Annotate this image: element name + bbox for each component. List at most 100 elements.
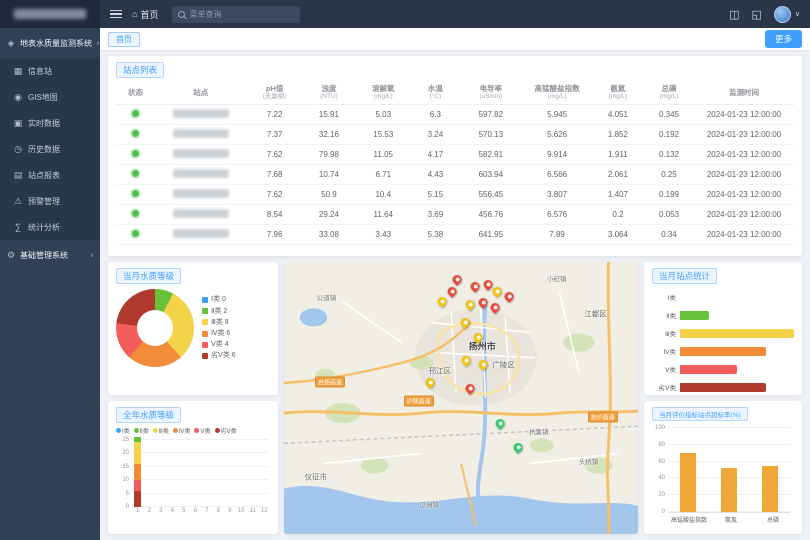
bar[interactable] — [680, 383, 766, 392]
legend-item[interactable]: Ⅴ类 — [194, 426, 210, 435]
map-marker[interactable] — [463, 298, 476, 311]
bar[interactable] — [762, 466, 778, 512]
table-row[interactable]: 7.6250.910.45.15556.453.8071.4070.199202… — [116, 184, 794, 204]
map-marker[interactable] — [463, 382, 476, 395]
table-row[interactable]: 7.6810.746.714.43603.946.5662.0610.25202… — [116, 164, 794, 184]
cell-value: 7.89 — [522, 224, 592, 244]
legend-item[interactable]: Ⅰ类 — [116, 426, 130, 435]
table-row[interactable]: 7.9633.083.435.38641.957.893.0640.342024… — [116, 224, 794, 244]
map-marker[interactable] — [490, 285, 503, 298]
sidebar-group-1[interactable]: ◈地表水质量监测系统∧ — [0, 28, 100, 58]
bar[interactable] — [721, 468, 737, 512]
skin-icon[interactable]: ◫ — [729, 8, 739, 21]
cell-value: 597.82 — [459, 104, 522, 124]
station-name-redacted — [173, 109, 229, 118]
history-icon: ◷ — [13, 144, 23, 155]
fullscreen-icon[interactable]: ◱ — [751, 8, 761, 21]
legend-swatch — [202, 353, 208, 359]
table-row[interactable]: 7.6279.9811.054.17582.919.9141.9110.1322… — [116, 144, 794, 164]
map-panel: 扬州市邗江区广陵区江都区仪征市杭集镇瓜洲镇头桥镇公道镇小纪镇沪陕高速启扬高速京沪… — [284, 262, 638, 534]
map-marker[interactable] — [476, 296, 489, 309]
map-marker[interactable] — [511, 442, 524, 455]
more-button[interactable]: 更多 — [765, 30, 802, 48]
map-marker[interactable] — [460, 354, 473, 367]
avatar[interactable] — [774, 6, 791, 23]
status-indicator — [132, 170, 139, 177]
bar[interactable] — [680, 365, 737, 374]
cell-value: 582.91 — [459, 144, 522, 164]
tab-home[interactable]: 首页 — [108, 32, 140, 47]
menu-search[interactable] — [172, 6, 300, 23]
x-tick-label: 8 — [213, 508, 225, 514]
bar-segment — [134, 442, 141, 464]
cell-time: 2024-01-23 12:00:00 — [694, 204, 794, 224]
map-marker[interactable] — [503, 291, 516, 304]
cell-value: 641.95 — [459, 224, 522, 244]
x-tick-label: 7 — [201, 508, 213, 514]
cell-value: 1.407 — [592, 184, 644, 204]
bar[interactable] — [680, 311, 709, 320]
legend-item[interactable]: 劣Ⅴ类 6 — [202, 350, 236, 361]
menu-search-input[interactable] — [189, 10, 294, 19]
hamburger-menu-icon[interactable] — [110, 10, 122, 19]
table-row[interactable]: 8.5429.2411.643.69456.766.5760.20.053202… — [116, 204, 794, 224]
legend-item[interactable]: Ⅳ类 — [173, 426, 191, 435]
legend-item[interactable]: Ⅳ类 6 — [202, 328, 236, 339]
map-place-label: 小纪镇 — [547, 273, 567, 283]
map-marker[interactable] — [451, 273, 464, 286]
sidebar-group-2[interactable]: ⚙基础管理系统∨ — [0, 240, 100, 270]
legend-item[interactable]: Ⅲ类 — [153, 426, 169, 435]
bar[interactable] — [680, 329, 794, 338]
cell-value: 7.96 — [246, 224, 303, 244]
legend-item[interactable]: Ⅲ类 8 — [202, 317, 236, 328]
sidebar-item-label: GIS地图 — [28, 92, 58, 103]
table-row[interactable]: 7.2215.915.036.3597.825.9454.0510.345202… — [116, 104, 794, 124]
sidebar-item-历史数据[interactable]: ◷历史数据 — [0, 136, 100, 162]
map-marker[interactable] — [493, 417, 506, 430]
map-marker[interactable] — [424, 377, 437, 390]
map-marker[interactable] — [459, 316, 472, 329]
category-label: Ⅱ类 — [652, 310, 676, 320]
hbar-row: 劣Ⅴ类 — [652, 382, 794, 392]
bar[interactable] — [680, 347, 766, 356]
chevron-down-icon[interactable]: ∨ — [795, 10, 800, 18]
sidebar-item-GIS地图[interactable]: ◉GIS地图 — [0, 84, 100, 110]
cell-value: 0.2 — [592, 204, 644, 224]
map-marker[interactable] — [435, 295, 448, 308]
map-marker[interactable] — [468, 281, 481, 294]
cell-value: 4.17 — [412, 144, 460, 164]
cell-time: 2024-01-23 12:00:00 — [694, 224, 794, 244]
cell-value: 79.98 — [303, 144, 355, 164]
x-tick-label: 3 — [155, 508, 167, 514]
legend-label: Ⅳ类 6 — [211, 328, 230, 339]
home-icon: ⌂ — [132, 9, 137, 19]
legend-item[interactable]: Ⅱ类 — [134, 426, 149, 435]
sidebar-item-实时数据[interactable]: ▣实时数据 — [0, 110, 100, 136]
status-indicator — [132, 110, 139, 117]
sidebar-item-label: 实时数据 — [28, 118, 60, 129]
column-header: 浊度(NTU) — [303, 82, 355, 104]
sidebar-item-站点报表[interactable]: ▤站点报表 — [0, 162, 100, 188]
breadcrumb-label: 首页 — [140, 8, 158, 21]
sidebar-item-预警管理[interactable]: ⚠预警管理 — [0, 188, 100, 214]
status-indicator — [132, 230, 139, 237]
map-marker[interactable] — [476, 358, 489, 371]
cell-time: 2024-01-23 12:00:00 — [694, 184, 794, 204]
map-marker[interactable] — [488, 301, 501, 314]
legend-label: Ⅰ类 — [122, 426, 130, 435]
legend-item[interactable]: 劣Ⅴ类 — [215, 426, 237, 435]
sidebar-item-信息站[interactable]: ▦信息站 — [0, 58, 100, 84]
legend-item[interactable]: Ⅴ类 4 — [202, 339, 236, 350]
exceedance-x-labels: 高锰酸盐指数氨氮总磷 — [668, 515, 794, 524]
cell-value: 50.9 — [303, 184, 355, 204]
y-tick-label: 0 — [116, 504, 129, 510]
legend-item[interactable]: Ⅱ类 2 — [202, 306, 236, 317]
x-tick-label: 1 — [132, 508, 144, 514]
bar[interactable] — [680, 453, 696, 512]
sidebar-item-统计分析[interactable]: ∑统计分析 — [0, 214, 100, 240]
legend-item[interactable]: Ⅰ类 0 — [202, 294, 236, 305]
cell-value: 603.94 — [459, 164, 522, 184]
monthly-grade-panel: 当月水质等级 Ⅰ类 0Ⅱ类 2Ⅲ类 8Ⅳ类 6Ⅴ类 4劣Ⅴ类 6 — [108, 262, 278, 395]
table-row[interactable]: 7.3732.1615.533.24570.135.6261.8520.1922… — [116, 124, 794, 144]
map-marker[interactable] — [446, 285, 459, 298]
